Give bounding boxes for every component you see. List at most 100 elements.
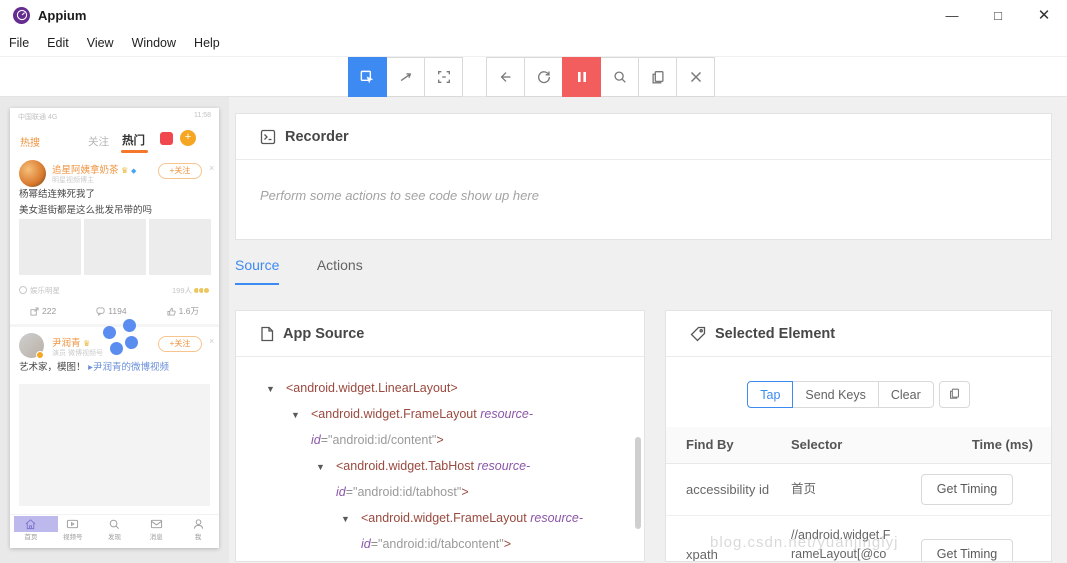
comment-count: 1194	[108, 306, 126, 316]
copy-icon	[650, 69, 666, 85]
post2-follow-button: +关注	[158, 336, 202, 352]
swipe-arrow-icon	[398, 69, 414, 85]
compose-icon: +	[180, 130, 196, 146]
clock-label: 11:58	[194, 112, 211, 122]
tree-node[interactable]: ▼<android.widget.LinearLayout>	[236, 375, 644, 401]
menu-help[interactable]: Help	[194, 36, 228, 50]
tree-node-wrap[interactable]: id="android:id/tabhost">	[236, 479, 644, 505]
search-icon	[108, 518, 121, 530]
copy-icon	[948, 387, 961, 403]
tab-source[interactable]: Source	[235, 257, 279, 285]
selector-header: Selector	[771, 427, 899, 463]
tap-button[interactable]: Tap	[747, 381, 793, 408]
device-screenshot[interactable]: 中国联通 4G 11:58 热搜 关注 热门 + 追星阿姨拿奶茶 ♛ ◆ 明星视…	[10, 108, 219, 548]
post1-image-grid	[19, 219, 211, 275]
menu-edit[interactable]: Edit	[47, 36, 77, 50]
back-arrow-icon	[498, 69, 514, 85]
terminal-icon	[260, 129, 276, 145]
copy-source-button[interactable]	[638, 57, 677, 97]
collapse-arrow-icon[interactable]: ▼	[316, 454, 336, 480]
menu-window[interactable]: Window	[132, 36, 184, 50]
app-source-header: App Source	[236, 311, 644, 357]
post2-video-placeholder	[19, 384, 210, 506]
post1-follow-button: +关注	[158, 163, 202, 179]
collapse-arrow-icon[interactable]: ▼	[291, 402, 311, 428]
recorder-title: Recorder	[285, 129, 349, 145]
table-row: accessibility id 首页 Get Timing	[666, 463, 1051, 515]
get-timing-button[interactable]: Get Timing	[921, 539, 1013, 563]
back-button[interactable]	[486, 57, 525, 97]
loading-dot	[110, 342, 123, 355]
phone-tab-me: 我	[177, 515, 219, 548]
share-count: 222	[42, 306, 56, 316]
close-window-button[interactable]: ✕	[1021, 0, 1067, 30]
refresh-button[interactable]	[524, 57, 563, 97]
swipe-by-coordinates-button[interactable]	[386, 57, 425, 97]
carrier-label: 中国联通 4G	[18, 112, 57, 122]
phone-status-bar: 中国联通 4G 11:58	[18, 112, 211, 122]
collapse-arrow-icon[interactable]: ▼	[266, 376, 286, 402]
send-keys-button[interactable]: Send Keys	[792, 381, 878, 408]
verified-icon: ◆	[131, 168, 136, 175]
menubar: File Edit View Window Help	[0, 30, 1067, 56]
app-source-title: App Source	[283, 326, 364, 342]
phone-tab-messages: 消息	[135, 515, 177, 548]
menu-view[interactable]: View	[87, 36, 122, 50]
menu-file[interactable]: File	[9, 36, 37, 50]
vip-crown-icon: ♛	[121, 166, 128, 175]
tree-scrollbar[interactable]	[635, 437, 641, 529]
post1-action-bar: 222 1194 1.6万	[10, 305, 219, 317]
select-element-icon	[359, 69, 376, 86]
select-elements-button[interactable]	[348, 57, 387, 97]
search-element-button[interactable]	[600, 57, 639, 97]
selector-value: //android.widget.FrameLayout[@content-	[771, 515, 899, 562]
selected-element-highlight	[14, 516, 58, 532]
tree-node-wrap[interactable]: id="android:id/content">	[236, 427, 644, 453]
maximize-button[interactable]: □	[975, 0, 1021, 30]
post1-avatar	[19, 160, 46, 187]
post1-subtitle: 明星视频博主	[52, 175, 94, 185]
participant-avatars	[195, 287, 210, 296]
tree-node[interactable]: ▼<android.widget.TabHost resource-	[236, 453, 644, 479]
find-by-value: accessibility id	[666, 463, 771, 515]
phone-tab-discover: 发现	[94, 515, 136, 548]
recorder-header: Recorder	[236, 114, 1051, 160]
source-tree: ▼<android.widget.LinearLayout> ▼<android…	[236, 357, 644, 553]
mail-icon	[150, 518, 163, 530]
post1-username: 追星阿姨拿奶茶 ♛ ◆	[52, 162, 136, 176]
video-icon	[66, 518, 79, 530]
pause-recording-button[interactable]	[562, 57, 601, 97]
collapse-arrow-icon[interactable]: ▼	[341, 506, 361, 532]
topic-icon	[19, 286, 27, 294]
tree-node[interactable]: ▼<android.widget.FrameLayout resource-	[236, 505, 644, 531]
post2-subtitle: 演员 微博视频号	[52, 348, 103, 358]
tab-actions[interactable]: Actions	[317, 257, 363, 283]
tree-node[interactable]: ▼<android.widget.FrameLayout resource-	[236, 401, 644, 427]
follow-tab: 关注	[88, 134, 109, 149]
hot-tab-underline	[121, 150, 148, 153]
locator-strategies-table: Find By Selector Time (ms) accessibility…	[666, 427, 1051, 562]
quit-session-button[interactable]	[676, 57, 715, 97]
clear-button[interactable]: Clear	[878, 381, 934, 408]
copy-attributes-button[interactable]	[939, 381, 970, 408]
post2-text: 艺术家，模图！ ▸尹润青的微博视频	[19, 360, 169, 376]
phone-tab-video: 视频号	[52, 515, 94, 548]
post1-dismiss-icon: ×	[209, 163, 214, 173]
file-icon	[260, 326, 274, 342]
loading-dot	[123, 319, 136, 332]
appium-logo-icon	[13, 7, 30, 24]
loading-dot	[103, 326, 116, 339]
search-icon	[612, 69, 628, 85]
get-timing-button[interactable]: Get Timing	[921, 474, 1013, 505]
post2-username: 尹润青 ♛	[52, 335, 90, 349]
live-icon	[160, 132, 173, 145]
tap-by-coordinates-button[interactable]	[424, 57, 463, 97]
loading-dot	[125, 336, 138, 349]
tree-node-wrap[interactable]: id="android:id/tabcontent">	[236, 531, 644, 553]
find-by-value: xpath	[666, 515, 771, 562]
tag-icon	[690, 326, 706, 342]
inspector-main-area: Recorder Perform some actions to see cod…	[229, 97, 1067, 563]
selector-value: 首页	[771, 463, 899, 515]
minimize-button[interactable]: —	[929, 0, 975, 30]
inspector-toolbar	[0, 56, 1067, 97]
